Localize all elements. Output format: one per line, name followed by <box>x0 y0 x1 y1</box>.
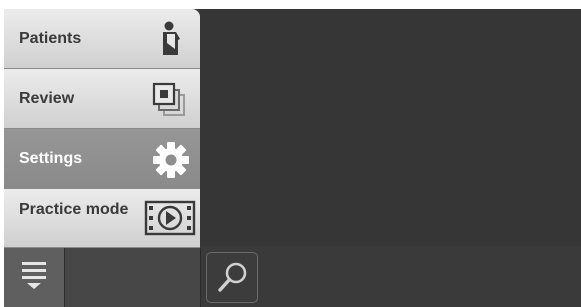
bottom-toolbar <box>4 248 581 307</box>
menu-item-label: Patients <box>19 30 82 47</box>
menu-item-settings[interactable]: Settings <box>4 129 200 189</box>
menu-item-patients[interactable]: Patients <box>4 9 200 69</box>
toolbar-divider <box>200 248 201 307</box>
menu-item-label: Review <box>19 90 75 107</box>
menu-item-practice-mode[interactable]: Practice mode <box>4 189 200 248</box>
toolbar-spacer <box>65 248 200 307</box>
search-button[interactable] <box>206 252 258 303</box>
gear-icon <box>152 141 190 184</box>
menu-item-review[interactable]: Review <box>4 69 200 129</box>
menu-item-label: Practice mode <box>19 201 129 218</box>
hamburger-menu-icon <box>22 262 46 295</box>
app-frame: Patients Review Settings Practice mode <box>4 9 581 307</box>
side-menu: Patients Review Settings Practice mode <box>4 9 200 248</box>
review-images-icon <box>152 81 188 124</box>
menu-toggle-button[interactable] <box>4 248 65 307</box>
patient-icon <box>160 21 182 62</box>
content-area <box>200 9 581 246</box>
menu-item-label: Settings <box>19 150 83 167</box>
search-icon <box>217 261 249 300</box>
practice-video-icon <box>144 199 196 242</box>
